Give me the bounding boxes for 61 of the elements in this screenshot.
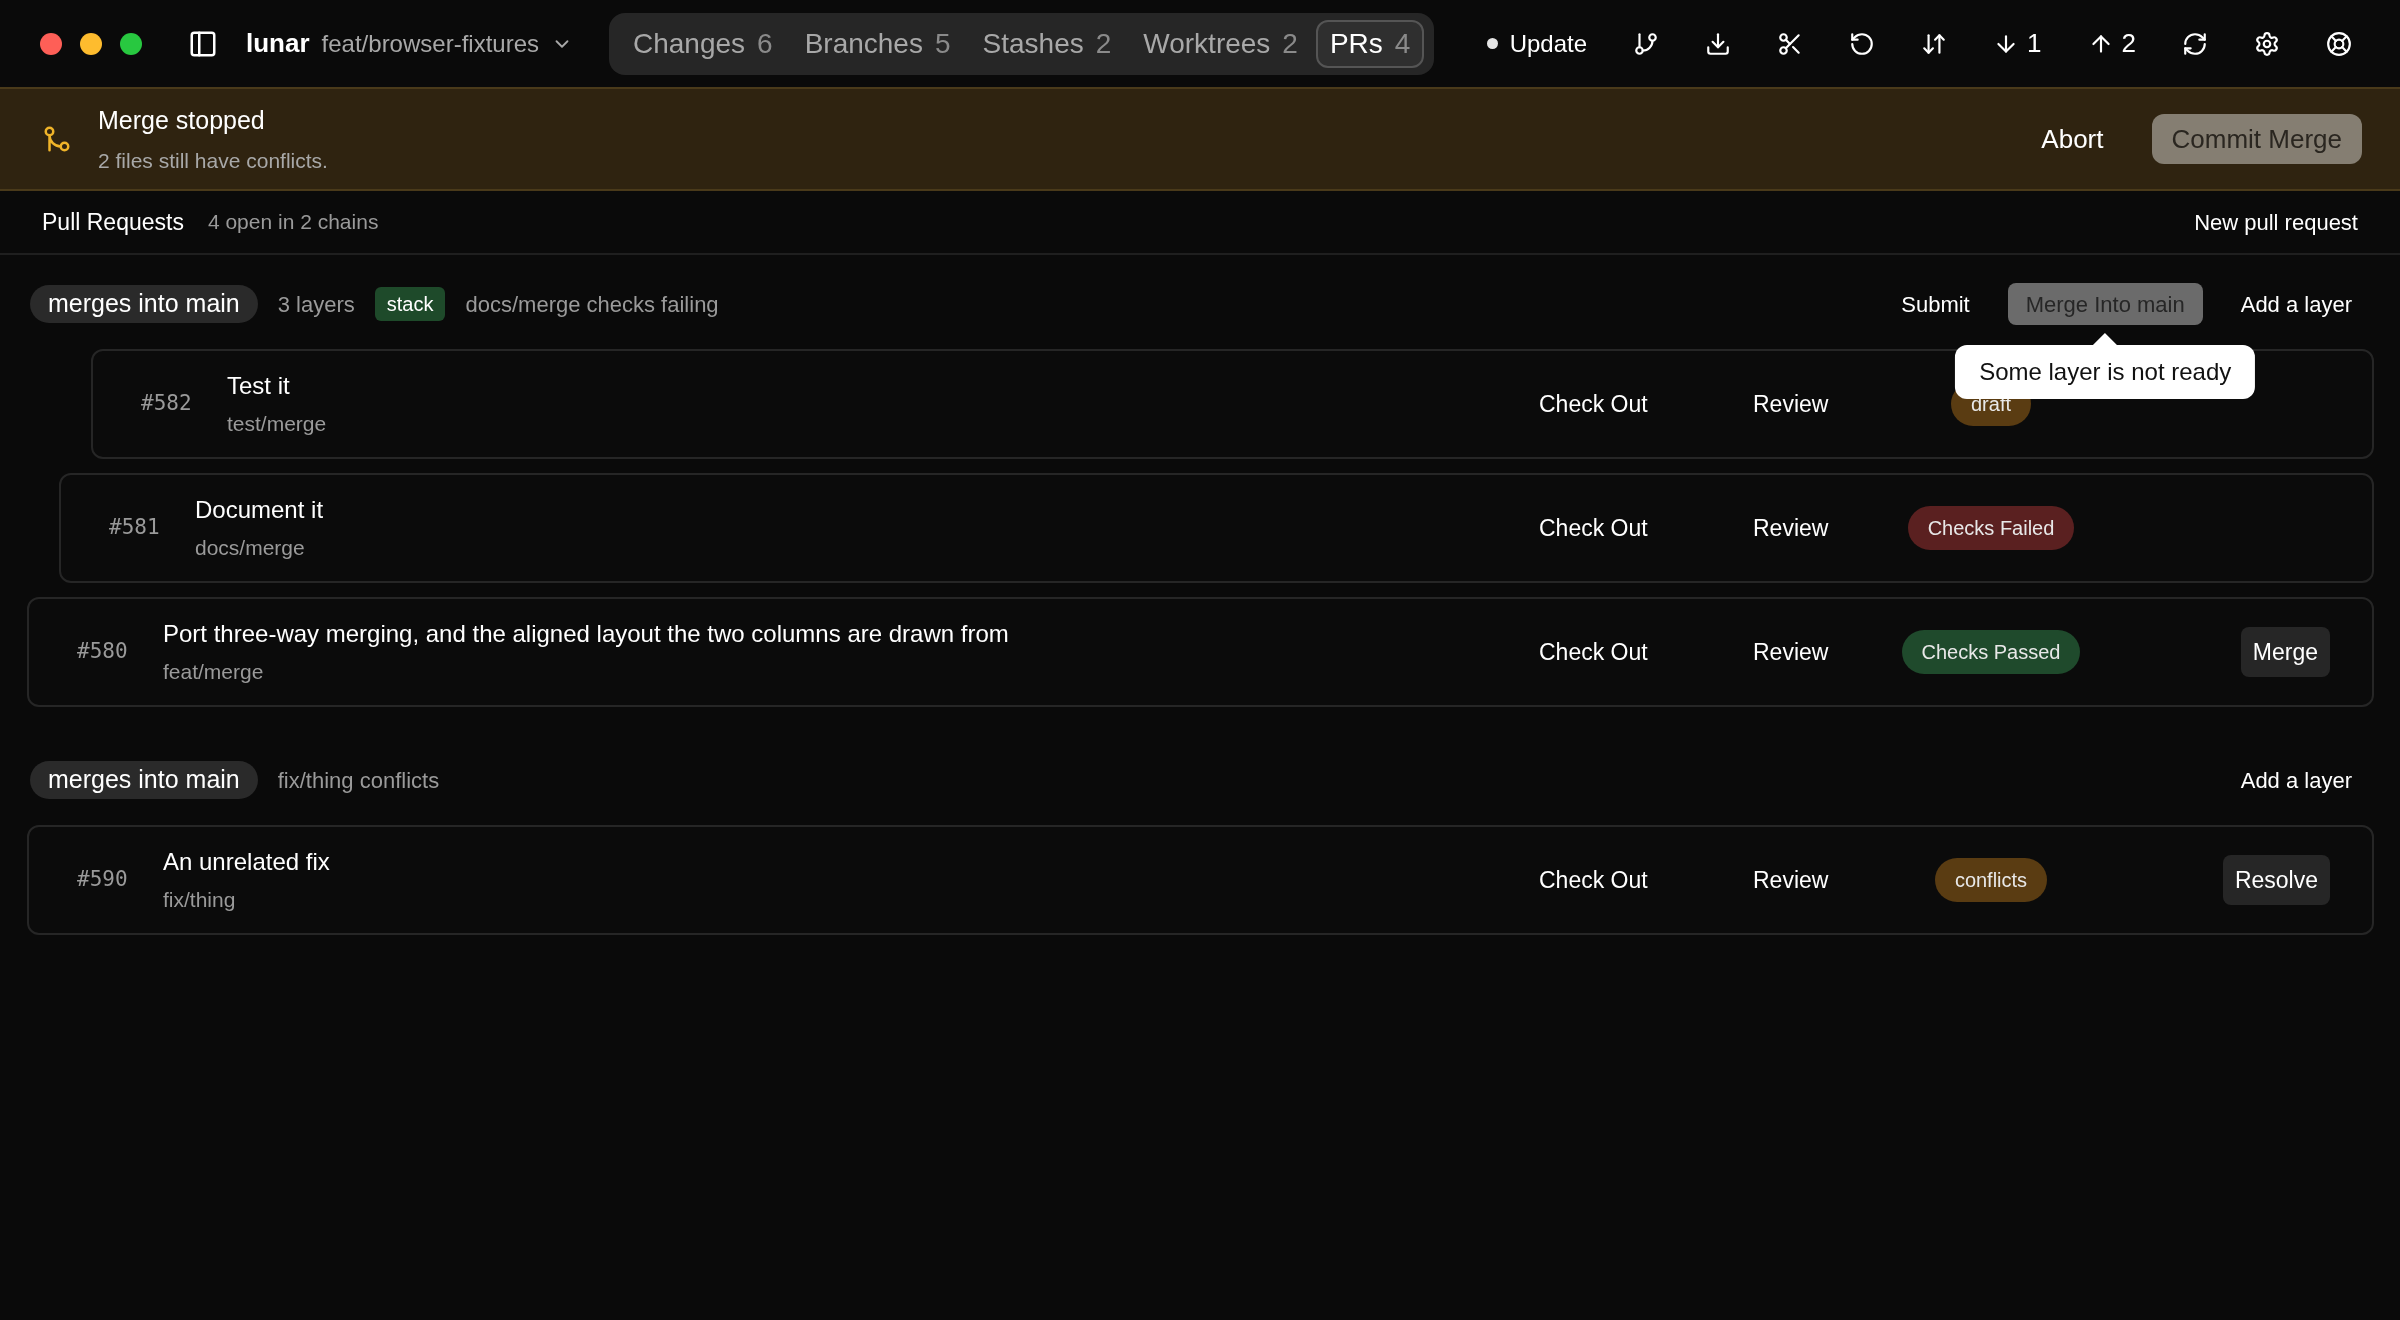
- merge-action-button[interactable]: Resolve: [2222, 854, 2330, 906]
- stack-tag: stack: [374, 287, 446, 321]
- review-button[interactable]: Review: [1753, 386, 1829, 422]
- status-badge: Checks Failed: [1907, 506, 2075, 550]
- merge-action-button[interactable]: Merge: [2240, 626, 2330, 678]
- banner-title: Merge stopped: [98, 104, 266, 136]
- pr-number: #590: [77, 867, 128, 892]
- review-button[interactable]: Review: [1753, 510, 1829, 546]
- repo-name: lunar: [246, 27, 310, 60]
- check-out-button[interactable]: Check Out: [1539, 510, 1648, 546]
- abort-button[interactable]: Abort: [2041, 119, 2104, 159]
- tab-count: 2: [1282, 26, 1298, 61]
- toolbar-button[interactable]: 1: [1985, 24, 2050, 63]
- check-out-button[interactable]: Check Out: [1539, 386, 1648, 422]
- tab[interactable]: Branches 5: [790, 19, 965, 68]
- pr-title[interactable]: Port three-way merging, and the aligned layout the two columns are drawn from: [163, 616, 1539, 653]
- target-chip: merges into main: [30, 761, 258, 799]
- review-button[interactable]: Review: [1753, 862, 1829, 898]
- chain-action-button[interactable]: Submit: [1901, 283, 1970, 325]
- chain-action-button[interactable]: Add a layer: [2240, 283, 2352, 325]
- layer-count: 3 layers: [277, 290, 355, 319]
- new-pull-request-button[interactable]: New pull request: [2194, 205, 2358, 239]
- tab-count: 5: [934, 26, 951, 61]
- pr-title[interactable]: Document it: [195, 492, 1539, 529]
- section-title: Pull Requests: [42, 207, 184, 237]
- tab-count: 2: [1095, 26, 1112, 61]
- tab-count: 4: [1394, 26, 1411, 61]
- pr-number: #581: [109, 515, 160, 540]
- minimize-window-icon[interactable]: [80, 32, 102, 55]
- repo-selector[interactable]: lunar feat/browser-fixtures: [246, 24, 573, 63]
- status-badge: conflicts: [1934, 858, 2048, 902]
- check-out-button[interactable]: Check Out: [1539, 634, 1648, 670]
- pr-title[interactable]: Test it: [227, 368, 1539, 405]
- review-button[interactable]: Review: [1753, 634, 1829, 670]
- branch-name: feat/browser-fixtures: [321, 29, 539, 59]
- tab[interactable]: Stashes 2: [968, 19, 1126, 68]
- status-badge: Checks Passed: [1901, 630, 2081, 674]
- merge-icon: [42, 124, 72, 154]
- pr-number: #582: [141, 391, 192, 416]
- close-window-icon[interactable]: [40, 32, 62, 55]
- tab[interactable]: Worktrees 2: [1129, 19, 1312, 68]
- chain-note: docs/merge checks failing: [465, 290, 719, 319]
- branch-name: test/merge: [227, 411, 328, 438]
- pr-title[interactable]: An unrelated fix: [163, 844, 1539, 881]
- chain-action-button[interactable]: Add a layer: [2240, 759, 2352, 801]
- chain-note: fix/thing conflicts: [277, 766, 440, 795]
- banner-message: 2 files still have conflicts.: [98, 148, 328, 174]
- branch-name: fix/thing: [163, 887, 237, 914]
- tab[interactable]: PRs 4: [1315, 19, 1425, 68]
- update-button[interactable]: Update: [1486, 25, 1588, 62]
- tab[interactable]: Changes 6: [619, 19, 787, 68]
- target-chip: merges into main: [30, 285, 258, 323]
- branch-name: feat/merge: [163, 659, 265, 686]
- section-summary: 4 open in 2 chains: [207, 209, 379, 236]
- toolbar-button[interactable]: 2: [2079, 24, 2144, 63]
- check-out-button[interactable]: Check Out: [1539, 862, 1648, 898]
- maximize-window-icon[interactable]: [120, 32, 142, 55]
- pr-number: #580: [77, 639, 128, 664]
- tab-count: 6: [757, 26, 773, 61]
- branch-name: docs/merge: [195, 535, 306, 562]
- tooltip: Some layer is not ready: [1955, 345, 2256, 399]
